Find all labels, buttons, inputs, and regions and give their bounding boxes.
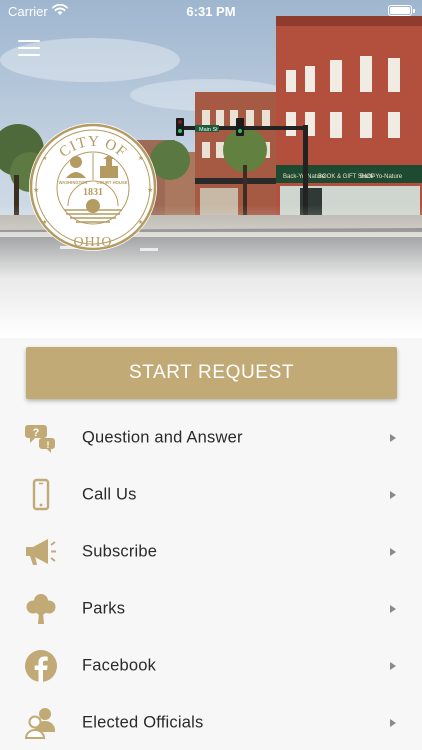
city-seal-logo: ★ ★ ★ ★ ★ ★ CITY OF OHIO WASHINGTON COUR… (29, 123, 157, 251)
menu-item-elected-officials[interactable]: Elected Officials (0, 694, 422, 750)
svg-text:★: ★ (42, 155, 47, 162)
battery-icon (388, 5, 415, 16)
tree-icon (24, 592, 58, 626)
phone-icon (24, 478, 58, 512)
menu-item-label: Question and Answer (82, 428, 243, 446)
menu-item-parks[interactable]: Parks (0, 580, 422, 637)
menu-item-label: Call Us (82, 485, 137, 503)
menu-item-label: Parks (82, 599, 126, 617)
menu-item-question-and-answer[interactable]: ? ! Question and Answer (0, 409, 422, 466)
clock: 6:31 PM (186, 4, 236, 19)
hero-banner: Back-Yo-Nature BOOK & GIFT SHOP Back-Yo-… (0, 0, 422, 338)
officials-icon (24, 706, 58, 740)
seal-year: 1831 (83, 187, 103, 198)
chevron-right-icon (390, 547, 396, 556)
chevron-right-icon (390, 604, 396, 613)
menu-item-label: Elected Officials (82, 713, 204, 731)
svg-text:★: ★ (147, 186, 153, 194)
start-request-button[interactable]: START REQUEST (26, 347, 397, 399)
svg-text:★: ★ (138, 155, 143, 162)
question-bubbles-icon: ? ! (24, 421, 58, 455)
svg-text:★: ★ (42, 219, 47, 226)
svg-text:★: ★ (138, 219, 143, 226)
svg-text:!: ! (47, 440, 50, 450)
svg-text:★: ★ (33, 186, 39, 194)
svg-text:?: ? (33, 427, 40, 439)
menu-item-label: Facebook (82, 656, 157, 674)
seal-bottom-text: OHIO (74, 235, 113, 250)
hamburger-menu-icon[interactable] (18, 40, 40, 58)
menu-item-call-us[interactable]: Call Us (0, 466, 422, 523)
chevron-right-icon (390, 718, 396, 727)
storefront-sign: Back-Yo-Nature (360, 174, 403, 180)
menu-item-facebook[interactable]: Facebook (0, 637, 422, 694)
menu-item-subscribe[interactable]: Subscribe (0, 523, 422, 580)
chevron-right-icon (390, 433, 396, 442)
menu-list: ? ! Question and Answer Call Us Subscrib… (0, 409, 422, 750)
chevron-right-icon (390, 661, 396, 670)
street-sign: Main St (199, 127, 218, 133)
menu-item-label: Subscribe (82, 542, 158, 560)
megaphone-icon (24, 535, 58, 569)
facebook-icon (24, 649, 58, 683)
status-bar: Carrier 6:31 PM (0, 0, 422, 22)
chevron-right-icon (390, 490, 396, 499)
